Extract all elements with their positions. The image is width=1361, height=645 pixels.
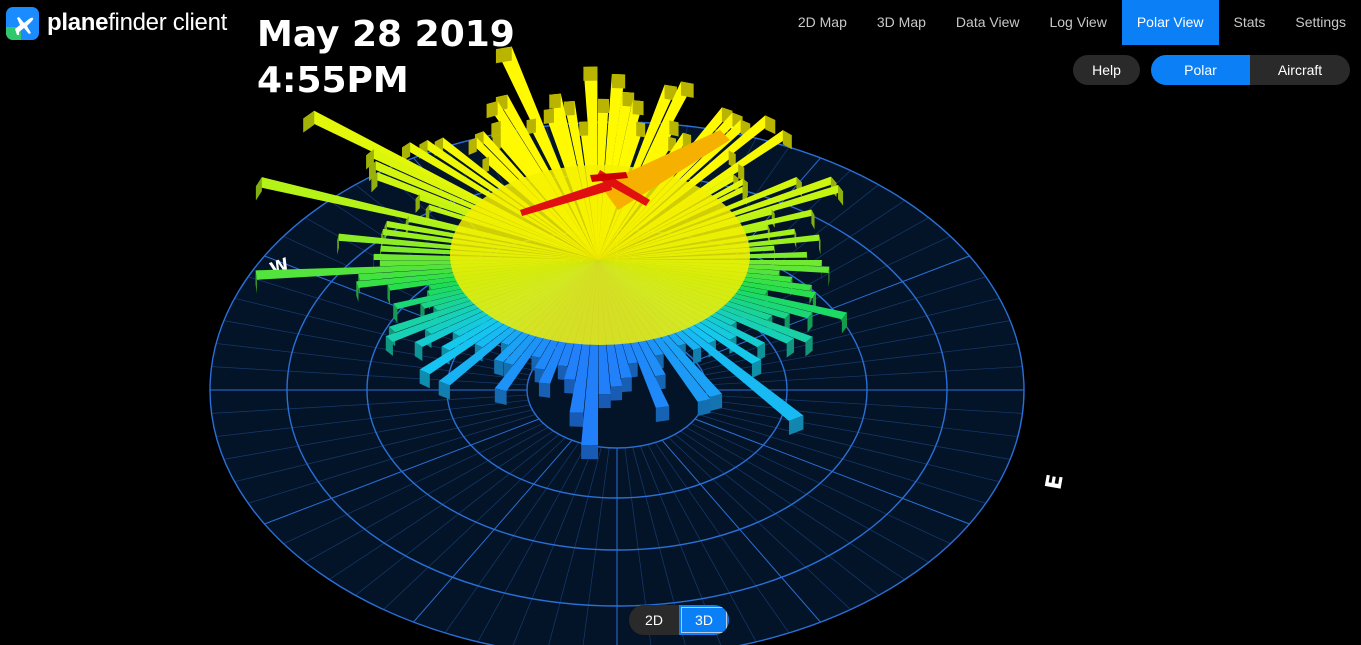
nav-log-view[interactable]: Log View	[1034, 0, 1121, 45]
view-toggle: 2D 3D	[629, 605, 729, 635]
nav-settings[interactable]: Settings	[1280, 0, 1361, 45]
time-label: 4:55PM	[257, 60, 409, 101]
polar-mode-button[interactable]: Polar	[1151, 55, 1250, 85]
nav-polar-view[interactable]: Polar View	[1121, 0, 1219, 45]
help-control: Help	[1073, 55, 1140, 85]
datetime-display: May 28 2019 4:55PM	[257, 12, 515, 104]
view-2d-button[interactable]: 2D	[629, 605, 679, 635]
date-label: May 28 2019	[257, 14, 515, 55]
app-logo[interactable]: planefinder client	[6, 6, 227, 40]
nav-data-view[interactable]: Data View	[941, 0, 1035, 45]
compass-east-label: E	[1042, 472, 1069, 491]
polar-range-plot[interactable]: NWE	[0, 0, 1361, 645]
mode-toggle: Polar Aircraft	[1151, 55, 1350, 85]
nav-stats[interactable]: Stats	[1219, 0, 1281, 45]
nav-3d-map[interactable]: 3D Map	[862, 0, 941, 45]
nav-2d-map[interactable]: 2D Map	[783, 0, 862, 45]
help-button[interactable]: Help	[1073, 55, 1140, 85]
aircraft-mode-button[interactable]: Aircraft	[1250, 55, 1350, 85]
view-3d-button[interactable]: 3D	[679, 605, 729, 635]
app-title: planefinder client	[47, 9, 228, 36]
top-nav: 2D Map 3D Map Data View Log View Polar V…	[783, 0, 1361, 45]
airplane-icon	[6, 6, 39, 40]
